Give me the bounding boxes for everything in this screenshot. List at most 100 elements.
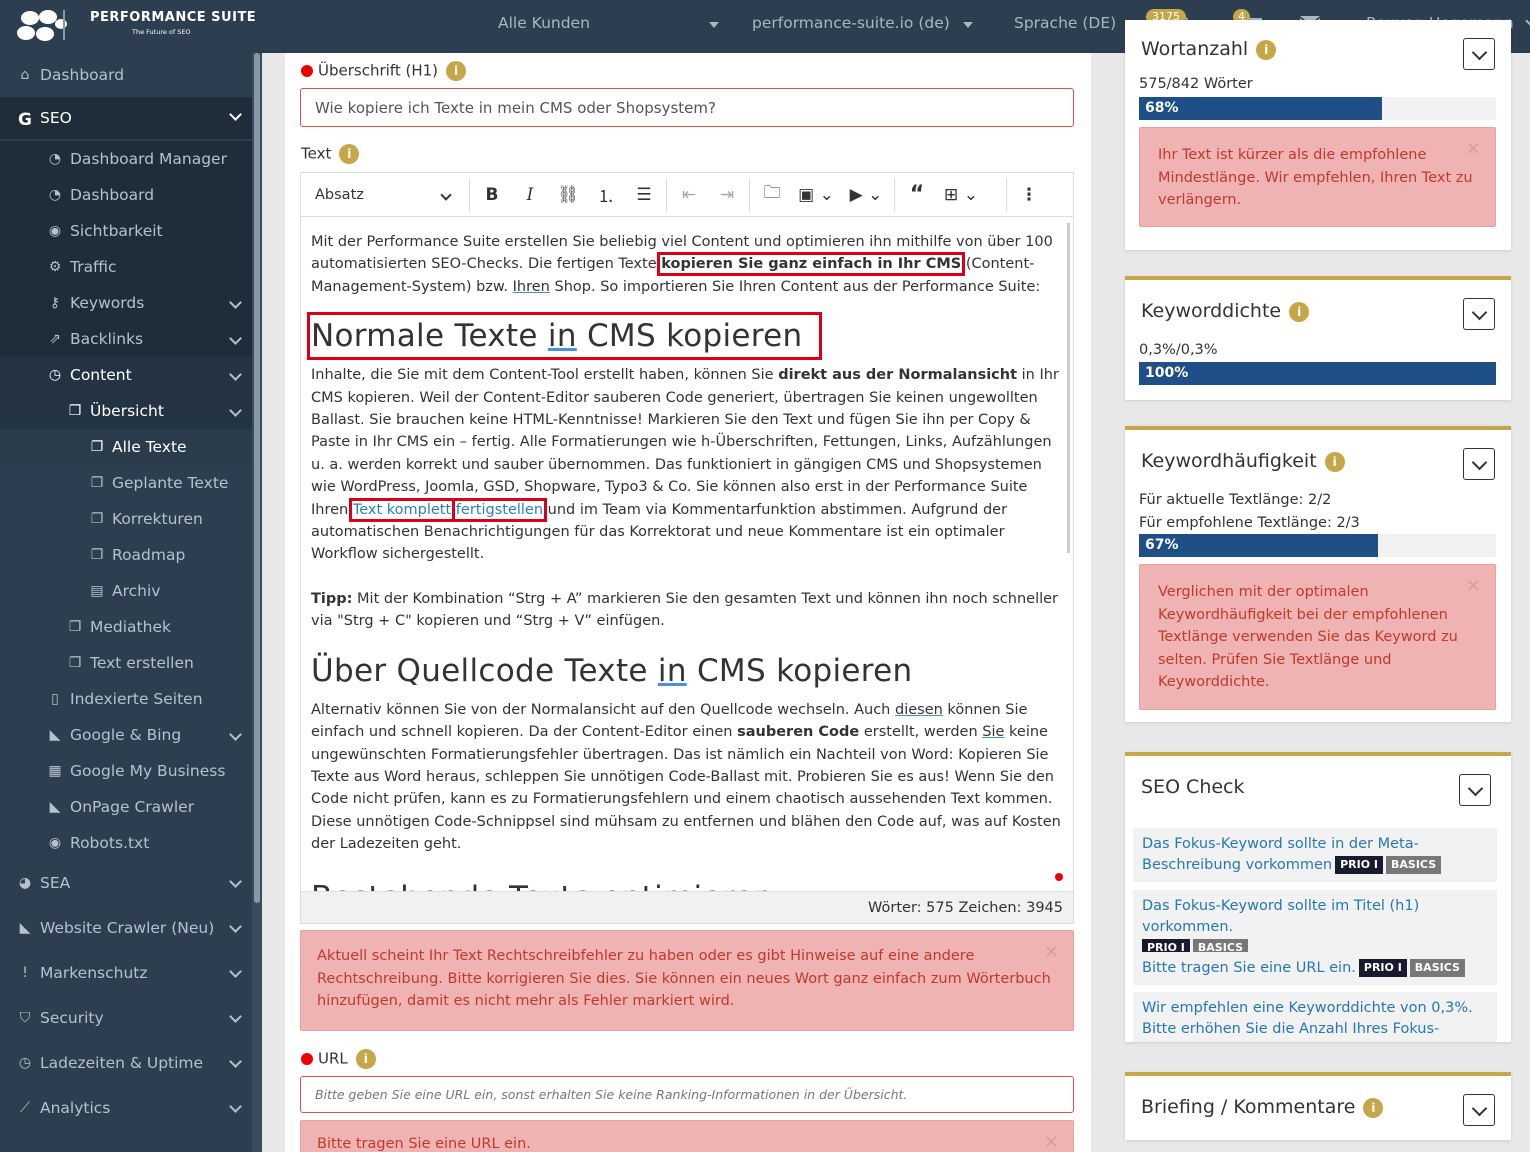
bullet-list-icon[interactable]: ☰: [625, 185, 663, 205]
sidebar-item-label: Text erstellen: [90, 654, 194, 672]
sidebar-item-dashboard-manager[interactable]: ◔ Dashboard Manager: [0, 141, 252, 177]
sidebar-item-backlinks[interactable]: ⇗ Backlinks: [0, 321, 252, 357]
sidebar-item-seo[interactable]: G SEO: [0, 97, 252, 139]
more-options-icon[interactable]: ⋮: [1010, 185, 1048, 205]
folder-add-icon[interactable]: 🗀: [753, 180, 791, 209]
sidebar-item-sea[interactable]: ◕ SEA: [0, 861, 252, 905]
url-label-text: URL: [318, 1049, 348, 1068]
sidebar-item-visibility[interactable]: ◉ Sichtbarkeit: [0, 213, 252, 249]
sidebar-item-robots-txt[interactable]: ◉ Robots.txt: [0, 825, 252, 861]
sidebar-item-brand-protection[interactable]: ! Markenschutz: [0, 951, 252, 995]
sidebar-item-content[interactable]: ◷ Content: [0, 357, 252, 393]
sidebar-item-overview[interactable]: ❐ Übersicht: [0, 393, 252, 429]
sidebar-item-media-library[interactable]: ❐ Mediathek: [0, 609, 252, 645]
keyword-frequency-toggle[interactable]: [1463, 448, 1495, 480]
heading-source-code: Über Quellcode Texte in CMS kopieren: [311, 652, 913, 689]
paragraph: Alternativ können Sie von der Normalansi…: [311, 701, 1061, 853]
block-format-select[interactable]: Absatz: [301, 187, 466, 203]
sidebar-item-seo-dashboard[interactable]: ◔ Dashboard: [0, 177, 252, 213]
info-icon[interactable]: i: [1363, 1097, 1384, 1118]
customer-select[interactable]: Alle Kunden: [498, 14, 590, 32]
sidebar-item-label: Dashboard Manager: [70, 150, 227, 168]
wordcount-toggle[interactable]: [1463, 38, 1495, 70]
seo-check-toggle[interactable]: [1459, 774, 1491, 806]
close-icon[interactable]: ×: [1466, 138, 1481, 161]
sidebar-item-traffic[interactable]: ⚙ Traffic: [0, 249, 252, 285]
sidebar-item-all-texts[interactable]: ❐ Alle Texte: [0, 429, 252, 465]
editor-toolbar: Absatz B I ⛓ ⒈ ☰ ⇤ ⇥ 🗀 ▣ ⌄ ▶ ⌄ “ ⊞ ⌄ ⋮: [301, 173, 1073, 217]
sidebar-item-load-times[interactable]: ◷ Ladezeiten & Uptime: [0, 1041, 252, 1085]
status-dot-icon: [1055, 873, 1063, 881]
sidebar: ⌂ Dashboard G SEO ◔ Dashboard Manager ◔ Dash…: [0, 53, 262, 1152]
info-icon[interactable]: i: [1324, 451, 1345, 472]
h1-label: Überschrift (H1) i: [301, 61, 466, 81]
close-icon[interactable]: ×: [1044, 1131, 1059, 1152]
seo-check-item[interactable]: Das Fokus-Keyword sollte in der Meta-Bes…: [1133, 828, 1497, 882]
sidebar-item-roadmap[interactable]: ❐ Roadmap: [0, 537, 252, 573]
close-icon[interactable]: ×: [1466, 575, 1481, 598]
seo-check-item[interactable]: Wir empfehlen eine Keyworddichte von 0,3…: [1133, 992, 1497, 1042]
editor-scrollbar[interactable]: [1067, 223, 1070, 553]
close-icon[interactable]: ×: [1044, 941, 1059, 964]
seo-check-item[interactable]: Bitte tragen Sie eine URL ein. PRIO I BASI…: [1133, 952, 1497, 985]
h1-input[interactable]: Wie kopiere ich Texte in mein CMS oder S…: [300, 88, 1074, 127]
sidebar-item-indexed-pages[interactable]: ▯ Indexierte Seiten: [0, 681, 252, 717]
toolbar-divider: [469, 177, 470, 212]
sidebar-item-archive[interactable]: ▤ Archiv: [0, 573, 252, 609]
sidebar-item-create-text[interactable]: ❐ Text erstellen: [0, 645, 252, 681]
keyword-frequency-title: Keywordhäufigkeit i: [1141, 450, 1345, 472]
numbered-list-icon[interactable]: ⒈: [587, 182, 625, 207]
domain-select[interactable]: performance-suite.io (de): [752, 14, 950, 32]
sidebar-item-keywords[interactable]: ⚷ Keywords: [0, 285, 252, 321]
sidebar-item-planned-texts[interactable]: ❐ Geplante Texte: [0, 465, 252, 501]
url-input[interactable]: Bitte geben Sie eine URL ein, sonst erha…: [300, 1076, 1074, 1113]
chevron-down-icon: [229, 1010, 242, 1023]
sidebar-item-onpage-crawler[interactable]: ◣ OnPage Crawler: [0, 789, 252, 825]
progress-fill: 100%: [1139, 362, 1496, 385]
chevron-down-icon[interactable]: [963, 22, 973, 28]
italic-icon[interactable]: I: [511, 185, 549, 205]
info-icon[interactable]: i: [446, 61, 466, 81]
sidebar-item-label: Backlinks: [70, 330, 144, 348]
language-select[interactable]: Sprache (DE): [1014, 14, 1137, 32]
text-link[interactable]: fertigstellen: [451, 497, 548, 522]
files-icon: ❐: [90, 439, 104, 455]
sidebar-item-label: Google & Bing: [70, 726, 182, 744]
blockquote-icon[interactable]: “: [898, 182, 936, 207]
keyword-frequency-card: Keywordhäufigkeit i Für aktuelle Textläng…: [1125, 426, 1511, 722]
chevron-down-icon[interactable]: [709, 22, 719, 28]
paragraph: Mit der Performance Suite erstellen Sie …: [311, 234, 1053, 295]
sidebar-item-corrections[interactable]: ❐ Korrekturen: [0, 501, 252, 537]
sidebar-scrollbar-thumb[interactable]: [254, 53, 260, 903]
image-icon[interactable]: ▣ ⌄: [791, 185, 841, 205]
brand-logo[interactable]: Performance Suite The Future of SEO: [16, 6, 256, 46]
keyword-density-toggle[interactable]: [1463, 298, 1495, 330]
info-icon[interactable]: i: [355, 1049, 376, 1069]
bold-icon[interactable]: B: [473, 185, 511, 205]
sidebar-item-security[interactable]: ⛉ Security: [0, 996, 252, 1040]
spelling-alert-text: Aktuell scheint Ihr Text Rechtschreibfeh…: [317, 948, 1051, 1009]
sidebar-item-website-crawler[interactable]: ◣ Website Crawler (Neu): [0, 906, 252, 950]
info-icon[interactable]: i: [1256, 39, 1277, 60]
main-scrollbar[interactable]: [1091, 53, 1124, 1152]
info-icon[interactable]: i: [1289, 301, 1310, 322]
sidebar-item-label: Sichtbarkeit: [70, 222, 163, 240]
sidebar-item-dashboard[interactable]: ⌂ Dashboard: [0, 55, 252, 95]
info-icon[interactable]: i: [339, 144, 360, 164]
editor-content[interactable]: Mit der Performance Suite erstellen Sie …: [301, 217, 1073, 891]
text-link[interactable]: Text komplett: [348, 497, 456, 522]
table-icon[interactable]: ⊞ ⌄: [936, 185, 986, 205]
link-icon[interactable]: ⛓: [549, 185, 587, 205]
chevron-down-icon: [229, 728, 242, 741]
outdent-icon[interactable]: ⇤: [670, 185, 708, 205]
keyword-frequency-progress: 67%: [1139, 534, 1496, 557]
sidebar-item-google-bing[interactable]: ◣ Google & Bing: [0, 717, 252, 753]
sidebar-item-label: SEO: [40, 109, 72, 127]
indent-icon[interactable]: ⇥: [708, 185, 746, 205]
sidebar-item-label: Ladezeiten & Uptime: [40, 1054, 204, 1072]
media-icon[interactable]: ▶ ⌄: [841, 185, 891, 205]
sidebar-item-analytics[interactable]: ⟋ Analytics: [0, 1086, 252, 1130]
briefing-toggle[interactable]: [1463, 1094, 1495, 1126]
sidebar-item-google-my-business[interactable]: ▦ Google My Business: [0, 753, 252, 789]
files-icon: ❐: [90, 475, 104, 491]
